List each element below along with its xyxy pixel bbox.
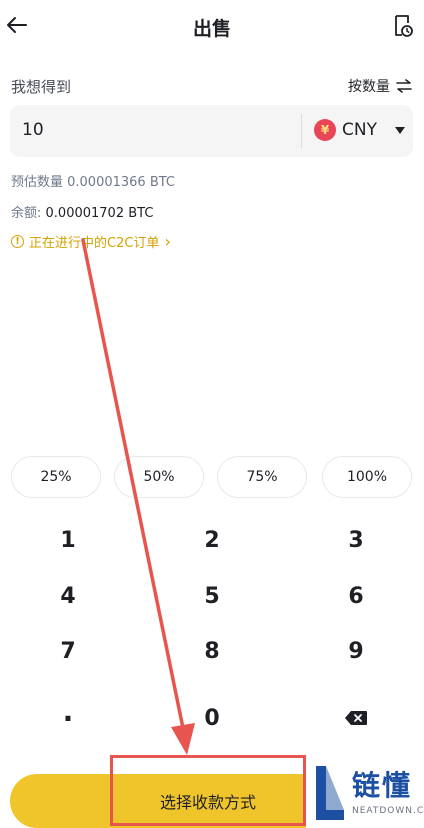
dropdown-caret-icon [394, 126, 405, 134]
amount-input[interactable]: 10 [22, 120, 44, 140]
key-5[interactable]: 5 [142, 571, 282, 621]
percent-100-button[interactable]: 100% [322, 456, 412, 498]
ongoing-orders-link[interactable]: ! 正在进行中的C2C订单 › [11, 232, 171, 251]
key-9[interactable]: 9 [286, 626, 424, 676]
key-3[interactable]: 3 [286, 515, 424, 565]
estimate-text: 预估数量 0.00001366 BTC [11, 175, 176, 190]
currency-selector[interactable]: ¥ CNY [314, 119, 405, 141]
page-title: 出售 [192, 18, 231, 40]
key-dot[interactable]: · [0, 693, 138, 743]
currency-label: CNY [342, 120, 377, 140]
order-history-icon[interactable] [392, 14, 414, 38]
ongoing-orders-label: 正在进行中的C2C订单 [29, 236, 160, 251]
chevron-right-icon: › [164, 232, 171, 251]
percent-75-button[interactable]: 75% [217, 456, 307, 498]
balance-label: 余额: [11, 206, 42, 221]
balance-row: 余额: 0.00001702 BTC [11, 202, 153, 221]
key-6[interactable]: 6 [286, 571, 424, 621]
annotation-highlight-box [110, 755, 306, 826]
percent-25-button[interactable]: 25% [11, 456, 101, 498]
swap-icon [396, 79, 412, 93]
key-4[interactable]: 4 [0, 571, 138, 621]
warning-icon: ! [11, 235, 24, 248]
balance-value: 0.00001702 BTC [45, 206, 154, 221]
divider [301, 114, 302, 148]
watermark-text: 链懂 [352, 769, 413, 802]
key-2[interactable]: 2 [142, 515, 282, 565]
key-0[interactable]: 0 [142, 693, 282, 743]
key-7[interactable]: 7 [0, 626, 138, 676]
watermark-subtext: NEATDOWN.COM [352, 806, 424, 816]
percent-50-button[interactable]: 50% [114, 456, 204, 498]
want-label: 我想得到 [11, 78, 72, 96]
key-8[interactable]: 8 [142, 626, 282, 676]
key-1[interactable]: 1 [0, 515, 138, 565]
by-quantity-label: 按数量 [348, 79, 390, 95]
yuan-icon: ¥ [314, 119, 336, 141]
by-quantity-toggle[interactable]: 按数量 [348, 76, 412, 96]
backspace-key[interactable] [286, 693, 424, 743]
watermark-logo-icon [316, 766, 344, 820]
backspace-icon [345, 711, 367, 725]
